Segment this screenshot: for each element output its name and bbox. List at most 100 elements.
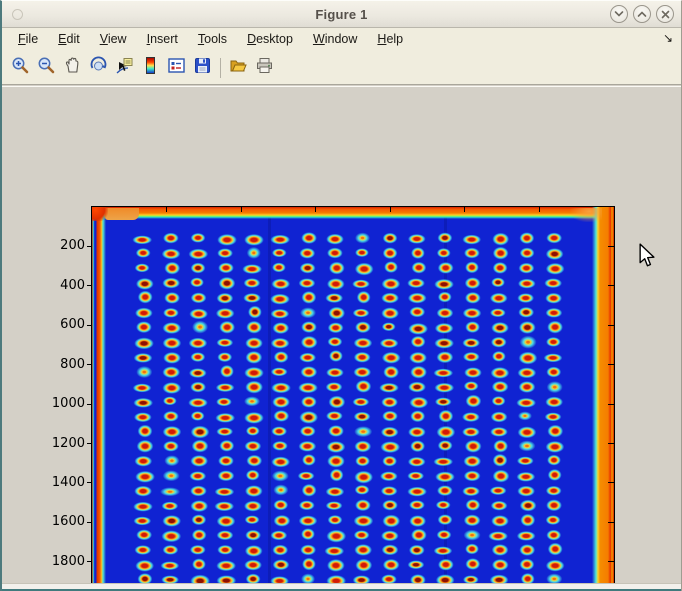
- y-tick: [87, 325, 91, 326]
- heatmap-spot: [356, 380, 371, 392]
- x-tick-inner: [315, 207, 316, 212]
- insert-legend-button[interactable]: [165, 57, 187, 79]
- save-figure-button[interactable]: [191, 57, 213, 79]
- heatmap-spot: [411, 529, 427, 542]
- heatmap-spot: [165, 262, 181, 275]
- heatmap-spot: [520, 336, 537, 349]
- heatmap-spot: [164, 292, 180, 304]
- heatmap-spot: [272, 470, 288, 481]
- menu-item-window[interactable]: Window: [303, 30, 367, 49]
- hand-icon: [63, 56, 82, 80]
- heatmap-spot: [245, 485, 263, 497]
- heatmap-spot: [492, 470, 509, 483]
- heatmap-spot: [300, 366, 317, 378]
- heatmap-spot: [382, 500, 398, 511]
- menu-item-insert[interactable]: Insert: [137, 30, 188, 49]
- title-bar[interactable]: Figure 1: [2, 1, 681, 28]
- menu-item-file[interactable]: File: [8, 30, 48, 49]
- menu-item-help[interactable]: Help: [367, 30, 413, 49]
- heatmap-spot: [544, 412, 561, 421]
- heatmap-spot: [219, 440, 234, 452]
- menu-item-desktop[interactable]: Desktop: [237, 30, 303, 49]
- heatmap-spot: [328, 262, 344, 275]
- heatmap-spot: [545, 397, 563, 408]
- heatmap-spot: [518, 307, 534, 317]
- heatmap-spot: [298, 382, 318, 393]
- print-figure-button[interactable]: [253, 57, 275, 79]
- heatmap-spot: [408, 426, 426, 437]
- y-tick-inner: [608, 325, 614, 326]
- heatmap-spot: [381, 307, 399, 319]
- maximize-button[interactable]: [633, 5, 651, 23]
- heatmap-spot: [464, 515, 481, 526]
- heatmap-spot: [379, 338, 398, 348]
- heatmap-spot: [327, 248, 343, 259]
- heatmap-spot: [520, 514, 535, 527]
- heatmap-spot: [411, 261, 426, 274]
- y-tick-label: 200: [41, 238, 85, 253]
- heatmap-spot: [216, 531, 233, 541]
- heatmap-spot: [135, 308, 153, 319]
- zoom-out-button[interactable]: [35, 57, 57, 79]
- heatmap-spot: [300, 307, 316, 318]
- heatmap-spot: [355, 233, 371, 244]
- heatmap-spot: [355, 248, 369, 258]
- heatmap-spot: [299, 411, 319, 423]
- heatmap-spot: [517, 278, 535, 289]
- heatmap-spot: [300, 248, 315, 259]
- heatmap-spot: [383, 514, 400, 527]
- heatmap-spot: [465, 440, 482, 452]
- menu-bar: FileEditViewInsertToolsDesktopWindowHelp…: [2, 28, 681, 51]
- rotate-3d-icon: [89, 56, 108, 80]
- heatmap-spot: [352, 397, 369, 406]
- data-cursor-button[interactable]: [113, 57, 135, 79]
- heatmap-spot: [492, 351, 506, 361]
- heatmap-spot: [434, 279, 454, 289]
- window-controls: [610, 5, 674, 23]
- heatmap-spot: [491, 337, 507, 348]
- heatmap-spot: [215, 487, 234, 496]
- menu-item-edit[interactable]: Edit: [48, 30, 90, 49]
- heatmap-spot: [162, 278, 180, 289]
- heatmap-spot: [409, 545, 425, 556]
- heatmap-spot: [493, 262, 508, 274]
- heatmap-spot: [216, 560, 236, 572]
- heatmap-spot: [464, 381, 479, 391]
- heatmap-spot: [271, 531, 288, 540]
- figure-canvas: 2004006008001000120014002004006008001000…: [2, 86, 681, 584]
- open-file-button[interactable]: [227, 57, 249, 79]
- insert-colorbar-button[interactable]: [139, 57, 161, 79]
- heatmap-spot: [246, 381, 264, 394]
- pan-button[interactable]: [61, 57, 83, 79]
- shade-button[interactable]: [610, 5, 628, 23]
- heatmap-spot: [408, 560, 425, 570]
- heatmap-spot: [436, 352, 453, 364]
- heatmap-spot: [299, 426, 315, 437]
- heatmap-spot: [328, 395, 345, 408]
- heatmap-spot: [192, 321, 208, 334]
- heatmap-image[interactable]: [92, 207, 614, 591]
- toolbar-separator: [220, 58, 221, 78]
- heatmap-spot: [384, 261, 398, 273]
- heatmap-spot: [519, 321, 535, 333]
- heatmap-spot: [300, 321, 316, 333]
- heatmap-spot: [272, 248, 286, 257]
- heatmap-spot: [327, 337, 342, 348]
- heatmap-spot: [162, 323, 181, 335]
- rotate-3d-button[interactable]: [87, 57, 109, 79]
- x-tick-inner: [614, 207, 615, 212]
- close-button[interactable]: [656, 5, 674, 23]
- heatmap-spot: [299, 441, 316, 451]
- heatmap-spot: [272, 322, 289, 334]
- menu-item-view[interactable]: View: [90, 30, 137, 49]
- heatmap-spot: [274, 351, 289, 363]
- heatmap-spot: [190, 233, 205, 243]
- frame-notch: [105, 208, 139, 220]
- menu-item-tools[interactable]: Tools: [188, 30, 237, 49]
- heatmap-spot: [410, 307, 425, 318]
- heatmap-spot: [215, 502, 234, 511]
- chevron-up-icon: [637, 10, 647, 18]
- dock-figure-icon[interactable]: ↘: [663, 31, 673, 45]
- heatmap-spot: [464, 277, 481, 289]
- zoom-in-button[interactable]: [9, 57, 31, 79]
